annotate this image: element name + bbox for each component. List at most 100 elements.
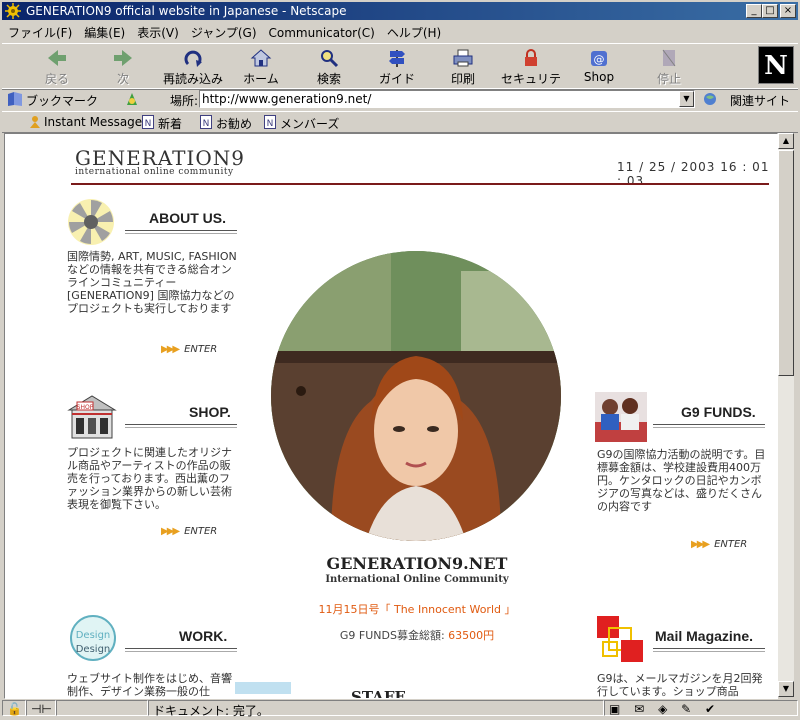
menu-view[interactable]: 表示(V) [131, 21, 185, 41]
bookmark-page-icon: N [200, 115, 212, 129]
window-title: GENERATION9 official website in Japanese… [26, 4, 347, 18]
menu-go[interactable]: ジャンプ(G) [185, 21, 263, 41]
guide-button[interactable]: ガイド [364, 46, 430, 86]
members-link[interactable]: メンバーズ [280, 115, 339, 132]
netscape-app-icon[interactable] [5, 3, 21, 19]
back-arrow-icon [48, 50, 66, 66]
issue-link[interactable]: 11月15日号「 The Innocent World 」 [269, 601, 565, 617]
recommended-link[interactable]: お勧め [216, 115, 252, 132]
shop-sign-label: SHOP [77, 404, 94, 411]
funds-enter-link[interactable]: ▶▶▶ ENTER [691, 539, 747, 550]
home-button[interactable]: ホーム [228, 46, 294, 86]
stop-icon [662, 49, 676, 67]
stop-button[interactable]: 停止 [636, 46, 702, 86]
printer-icon [453, 49, 473, 67]
mail-text: G9は、メールマガジンを月2回発行しています。ショップ商品 [597, 672, 763, 698]
about-title-rule [125, 230, 237, 234]
security-status-icon: 🔓 [7, 702, 22, 716]
svg-text:N: N [145, 119, 152, 129]
svg-text:N: N [267, 119, 274, 129]
bookmark-page-icon: N [142, 115, 154, 129]
navigation-toolbar: 戻る 次 再読み込み ホーム 検索 ガイド 印刷 セキュリティ [2, 43, 798, 103]
online-status-cell[interactable]: ⊣⊢ [26, 700, 56, 716]
funds-title[interactable]: G9 FUNDS. [681, 404, 756, 420]
mail-magazine-icon[interactable] [595, 614, 647, 666]
netscape-logo[interactable]: N [758, 46, 794, 84]
security-button[interactable]: セキュリティ [498, 46, 564, 103]
mail-title[interactable]: Mail Magazine. [655, 628, 753, 644]
location-toolbar: ブックマーク 場所: http://www.generation9.net/ ▼… [2, 88, 798, 112]
menu-help[interactable]: ヘルプ(H) [381, 21, 447, 41]
stop-label: 停止 [656, 72, 681, 86]
bookmark-icon[interactable] [6, 91, 24, 107]
menu-edit[interactable]: 編集(E) [78, 21, 131, 41]
work-design-icon[interactable]: Design Design [67, 614, 119, 664]
bookmarks-button[interactable]: ブックマーク [26, 92, 98, 109]
status-message: ドキュメント: 完了。 [148, 700, 604, 718]
home-label: ホーム [243, 72, 279, 86]
url-text: http://www.generation9.net/ [202, 92, 372, 106]
back-button[interactable]: 戻る [24, 46, 90, 86]
forward-label: 次 [116, 72, 129, 86]
funds-enter-label: ENTER [714, 539, 748, 550]
url-input[interactable]: http://www.generation9.net/ ▼ [199, 90, 695, 108]
svg-text:N: N [203, 119, 210, 129]
menu-communicator[interactable]: Communicator(C) [263, 23, 381, 40]
featured-photo[interactable] [271, 251, 561, 541]
about-enter-link[interactable]: ▶▶▶ ENTER [161, 344, 217, 355]
search-label: 検索 [316, 72, 341, 86]
security-status-cell[interactable]: 🔓 [2, 700, 26, 716]
scroll-thumb[interactable] [778, 150, 794, 376]
svg-text:@: @ [594, 53, 605, 66]
component-bar: ▣ ✉ ◈ ✎ ✔ [604, 700, 798, 716]
shop-button[interactable]: @ Shop [566, 46, 632, 86]
instant-message-icon [30, 116, 40, 128]
composer-icon[interactable]: ✎ [681, 702, 691, 716]
page-proxy-icon[interactable] [124, 91, 140, 107]
navigator-icon[interactable]: ▣ [609, 702, 620, 716]
discussions-icon[interactable]: ◈ [658, 702, 667, 716]
maximize-button[interactable]: □ [762, 4, 778, 18]
staff-image-partial [235, 682, 291, 694]
about-text: 国際情勢, ART, MUSIC, FASHIONなどの情報を共有できる総合オン… [67, 250, 237, 315]
site-name-heading: GENERATION9.NET [326, 554, 508, 573]
forward-button[interactable]: 次 [90, 46, 156, 86]
reload-label: 再読み込み [162, 72, 223, 86]
about-title[interactable]: ABOUT US. [149, 210, 226, 226]
search-button[interactable]: 検索 [296, 46, 362, 86]
related-sites-button[interactable]: 関連サイト [730, 92, 790, 109]
close-button[interactable]: × [780, 4, 796, 18]
minimize-button[interactable]: _ [746, 4, 762, 18]
shop-enter-label: ENTER [184, 526, 218, 537]
location-label: 場所: [170, 94, 199, 108]
print-button[interactable]: 印刷 [430, 46, 496, 86]
shop-title[interactable]: SHOP. [189, 404, 231, 420]
mail-icon[interactable]: ✉ [634, 702, 644, 716]
url-dropdown-button[interactable]: ▼ [679, 91, 694, 107]
funds-photo[interactable] [595, 392, 647, 442]
connection-plug-icon: ⊣⊢ [31, 702, 52, 716]
related-sites-icon[interactable] [702, 91, 722, 107]
vertical-scrollbar[interactable]: ▲ ▼ [778, 133, 794, 697]
enter-arrows-icon: ▶▶▶ [691, 539, 710, 550]
download-icon[interactable]: ✔ [705, 702, 715, 716]
scroll-down-button[interactable]: ▼ [778, 681, 794, 697]
work-icon-label-1: Design [76, 630, 111, 641]
shop-enter-link[interactable]: ▶▶▶ ENTER [161, 526, 217, 537]
web-content: GENERATION9 international online communi… [4, 133, 778, 699]
whats-new-link[interactable]: 新着 [158, 115, 182, 132]
work-title-rule [125, 648, 237, 652]
reload-icon [184, 50, 202, 67]
enter-arrows-icon: ▶▶▶ [161, 344, 180, 355]
featured-portrait-image [271, 251, 561, 541]
instant-message-link[interactable]: Instant Message [44, 115, 142, 129]
menu-bar: ファイル(F) 編集(E) 表示(V) ジャンプ(G) Communicator(C) ヘ… [2, 21, 798, 41]
shop-storefront-icon[interactable]: SHOP [67, 392, 117, 442]
reload-button[interactable]: 再読み込み [160, 46, 226, 86]
staff-title-partial[interactable]: STAFF [351, 686, 407, 698]
about-icon[interactable] [67, 198, 115, 246]
menu-file[interactable]: ファイル(F) [2, 21, 78, 41]
scroll-up-button[interactable]: ▲ [778, 133, 794, 149]
shop-title-rule [125, 424, 237, 428]
work-title[interactable]: WORK. [179, 628, 227, 644]
